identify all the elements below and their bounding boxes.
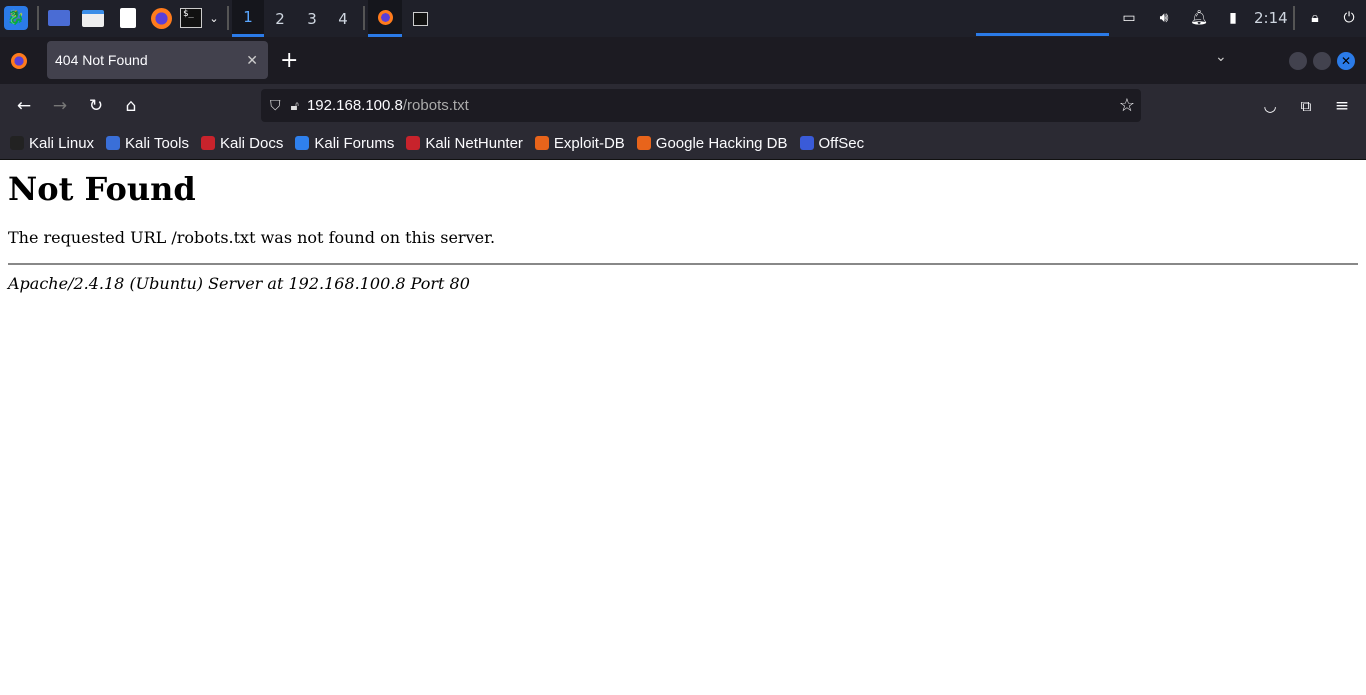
bookmark-label: OffSec bbox=[818, 134, 865, 152]
chevron-down-icon[interactable]: ⌄ bbox=[202, 6, 226, 30]
bookmark-google-hacking-db[interactable]: Google Hacking DB bbox=[636, 134, 788, 152]
firefox-icon[interactable] bbox=[149, 6, 173, 30]
bookmark-favicon-icon bbox=[534, 136, 549, 150]
notifications-icon[interactable]: 🔔︎ bbox=[1187, 6, 1211, 30]
new-tab-button[interactable]: + bbox=[280, 48, 298, 73]
bookmark-star-icon[interactable]: ☆ bbox=[1119, 95, 1135, 116]
navigation-toolbar: ← → ↻ ⌂ ⛉ 🔓︎ 192.168.100.8/robots.txt ☆ … bbox=[0, 84, 1366, 127]
divider bbox=[227, 6, 229, 30]
bookmark-offsec[interactable]: OffSec bbox=[799, 134, 865, 152]
workspace-1[interactable]: 1 bbox=[232, 0, 264, 37]
back-button[interactable]: ← bbox=[11, 93, 37, 119]
bookmark-kali-linux[interactable]: Kali Linux bbox=[10, 135, 94, 152]
bookmark-label: Kali Tools bbox=[125, 134, 189, 152]
text-editor-icon[interactable] bbox=[116, 6, 140, 30]
page-content: Not Found The requested URL /robots.txt … bbox=[8, 160, 1358, 293]
firefox-view-icon[interactable] bbox=[11, 53, 27, 69]
bookmark-label: Kali NetHunter bbox=[425, 134, 523, 152]
shield-icon[interactable]: ⛉ bbox=[270, 97, 281, 114]
forward-button[interactable]: → bbox=[47, 93, 73, 119]
cpu-graph bbox=[976, 8, 1109, 36]
url-path: /robots.txt bbox=[402, 97, 469, 114]
close-tab-icon[interactable]: ✕ bbox=[246, 52, 258, 69]
url-bar[interactable]: ⛉ 🔓︎ 192.168.100.8/robots.txt ☆ bbox=[261, 89, 1141, 122]
bookmark-label: Exploit-DB bbox=[553, 134, 625, 152]
tab-title: 404 Not Found bbox=[55, 52, 148, 68]
bookmark-favicon-icon bbox=[406, 136, 421, 150]
maximize-button[interactable] bbox=[1313, 52, 1331, 70]
taskbar: 🐉 $_ ⌄ 1 2 3 4 ▭ 🔊︎ 🔔︎ ▮ 2:14 🔒︎ ⏻ bbox=[0, 0, 1366, 37]
tab-strip: 404 Not Found ✕ + ⌄ ✕ bbox=[0, 37, 1366, 84]
tab-404-not-found[interactable]: 404 Not Found ✕ bbox=[47, 41, 268, 79]
bookmark-label: Google Hacking DB bbox=[655, 134, 788, 152]
server-signature: Apache/2.4.18 (Ubuntu) Server at 192.168… bbox=[8, 274, 470, 293]
workspace-2[interactable]: 2 bbox=[264, 0, 296, 37]
pocket-icon[interactable]: ◡ bbox=[1257, 93, 1283, 119]
divider bbox=[37, 6, 39, 30]
menu-icon[interactable]: ≡ bbox=[1329, 93, 1355, 119]
bookmark-label: Kali Linux bbox=[29, 134, 95, 152]
bookmarks-toolbar: Kali Linux Kali Tools Kali Docs Kali Forums… bbox=[0, 127, 1366, 160]
divider bbox=[363, 6, 365, 30]
insecure-lock-icon[interactable]: 🔓︎ bbox=[291, 98, 299, 114]
terminal-icon bbox=[412, 11, 428, 26]
bookmark-kali-docs[interactable]: Kali Docs bbox=[200, 134, 284, 152]
window-firefox[interactable] bbox=[368, 0, 402, 37]
bookmark-label: Kali Forums bbox=[314, 134, 395, 152]
bookmark-favicon-icon bbox=[295, 136, 310, 150]
terminal-icon[interactable]: $_ bbox=[179, 6, 203, 30]
bookmark-kali-forums[interactable]: Kali Forums bbox=[295, 135, 394, 152]
error-message: The requested URL /robots.txt was not fo… bbox=[8, 228, 496, 247]
bookmark-kali-nethunter[interactable]: Kali NetHunter bbox=[406, 135, 523, 152]
bookmark-kali-tools[interactable]: Kali Tools bbox=[106, 135, 189, 152]
bookmark-favicon-icon bbox=[106, 136, 121, 150]
bookmark-exploit-db[interactable]: Exploit-DB bbox=[534, 134, 625, 152]
bookmark-favicon-icon bbox=[10, 136, 24, 150]
bookmark-favicon-icon bbox=[200, 136, 215, 150]
file-manager-icon[interactable] bbox=[81, 6, 105, 30]
battery-icon[interactable]: ▮ bbox=[1221, 6, 1245, 30]
bookmark-label: Kali Docs bbox=[219, 134, 284, 152]
workspace-4[interactable]: 4 bbox=[327, 0, 359, 37]
desktop-icon[interactable] bbox=[47, 6, 71, 30]
divider bbox=[1293, 6, 1295, 30]
workspace-3[interactable]: 3 bbox=[296, 0, 328, 37]
minimize-button[interactable] bbox=[1289, 52, 1307, 70]
divider bbox=[8, 263, 1358, 265]
clock[interactable]: 2:14 bbox=[1254, 9, 1288, 27]
firefox-icon bbox=[377, 9, 393, 25]
window-terminal[interactable] bbox=[403, 0, 437, 37]
bookmark-favicon-icon bbox=[636, 136, 651, 150]
close-window-button[interactable]: ✕ bbox=[1337, 52, 1355, 70]
volume-icon[interactable]: 🔊︎ bbox=[1152, 6, 1176, 30]
network-icon[interactable]: ▭ bbox=[1117, 6, 1141, 30]
reload-button[interactable]: ↻ bbox=[83, 93, 109, 119]
home-button[interactable]: ⌂ bbox=[118, 93, 144, 119]
extensions-icon[interactable]: ⧉ bbox=[1293, 93, 1319, 119]
url-host: 192.168.100.8 bbox=[306, 97, 403, 114]
lock-icon[interactable]: 🔒︎ bbox=[1303, 6, 1327, 30]
bookmark-favicon-icon bbox=[799, 136, 814, 150]
list-tabs-icon[interactable]: ⌄ bbox=[1215, 49, 1227, 65]
logout-icon[interactable]: ⏻ bbox=[1337, 6, 1361, 30]
page-heading: Not Found bbox=[8, 170, 196, 208]
kali-menu-icon[interactable]: 🐉 bbox=[4, 6, 28, 30]
